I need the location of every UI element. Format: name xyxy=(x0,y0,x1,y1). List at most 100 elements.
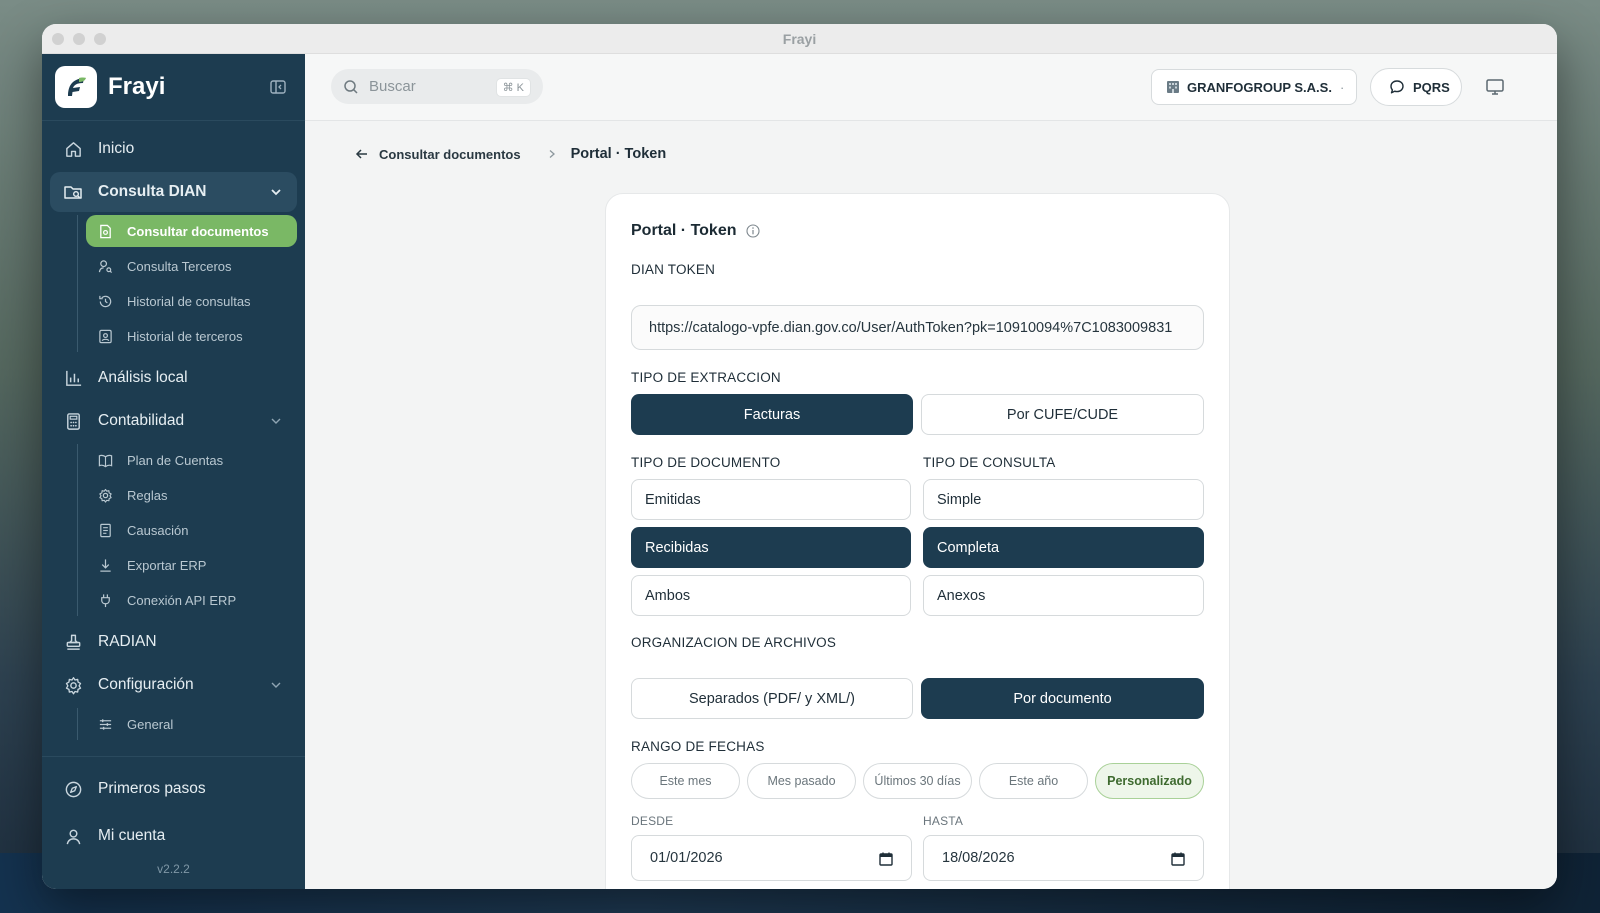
sidebar-item-consultar-documentos[interactable]: Consultar documentos xyxy=(86,215,297,247)
sidebar-item-inicio[interactable]: Inicio xyxy=(50,129,297,169)
hasta-date-input[interactable]: 18/08/2026 xyxy=(923,835,1204,881)
rango-este-mes-chip[interactable]: Este mes xyxy=(631,763,740,799)
sidebar-item-configuracion[interactable]: Configuración xyxy=(50,665,297,705)
book-icon xyxy=(97,452,113,468)
search-placeholder: Buscar xyxy=(369,78,416,95)
tipo-consulta-label: TIPO DE CONSULTA xyxy=(923,455,1056,470)
close-window-button[interactable] xyxy=(52,33,64,45)
consulta-simple-button[interactable]: Simple xyxy=(923,479,1204,520)
sidebar-item-contabilidad[interactable]: Contabilidad xyxy=(50,401,297,441)
chevron-down-icon[interactable] xyxy=(269,185,283,199)
minimize-window-button[interactable] xyxy=(73,33,85,45)
maximize-window-button[interactable] xyxy=(94,33,106,45)
sidebar-item-mi-cuenta[interactable]: Mi cuenta xyxy=(50,814,297,858)
app-window: Frayi Frayi Inicio Consulta DIAN Consult… xyxy=(42,24,1557,889)
chat-bubble-icon xyxy=(1390,80,1404,94)
consulta-dian-submenu: Consultar documentos Consulta Terceros H… xyxy=(77,215,297,352)
info-icon[interactable] xyxy=(745,224,760,238)
document-search-icon xyxy=(97,223,113,239)
gear-icon xyxy=(97,487,113,503)
sidebar-subitem-label: Consultar documentos xyxy=(127,223,269,239)
rango-mes-pasado-chip[interactable]: Mes pasado xyxy=(747,763,856,799)
form-title: Portal · Token xyxy=(631,222,737,239)
portal-token-form: Portal · Token DIAN TOKEN https://catalo… xyxy=(605,193,1230,889)
sidebar-item-historial-consultas[interactable]: Historial de consultas xyxy=(86,285,297,317)
sidebar-item-label: Configuración xyxy=(98,676,194,693)
sidebar-item-consulta-dian[interactable]: Consulta DIAN xyxy=(50,172,297,212)
organizacion-separados-button[interactable]: Separados (PDF/ y XML/) xyxy=(631,678,913,719)
rango-ultimos-30-chip[interactable]: Últimos 30 días xyxy=(863,763,972,799)
window-title: Frayi xyxy=(782,30,817,47)
building-icon xyxy=(1167,81,1179,93)
configuracion-submenu: General xyxy=(77,708,297,740)
sidebar-item-primeros-pasos[interactable]: Primeros pasos xyxy=(50,767,297,811)
documento-ambos-button[interactable]: Ambos xyxy=(631,575,911,616)
hasta-date-value: 18/08/2026 xyxy=(942,850,1015,866)
user-search-icon xyxy=(97,258,113,274)
documento-recibidas-button[interactable]: Recibidas xyxy=(631,527,911,568)
pqrs-button[interactable]: PQRS xyxy=(1370,68,1462,106)
sidebar-item-conexion-api-erp[interactable]: Conexión API ERP xyxy=(86,584,297,616)
organizacion-por-documento-button[interactable]: Por documento xyxy=(921,678,1204,719)
sidebar-item-causacion[interactable]: Causación xyxy=(86,514,297,546)
consulta-anexos-button[interactable]: Anexos xyxy=(923,575,1204,616)
bar-chart-icon xyxy=(63,368,83,388)
sidebar-item-exportar-erp[interactable]: Exportar ERP xyxy=(86,549,297,581)
extraccion-cufe-button[interactable]: Por CUFE/CUDE xyxy=(921,394,1204,435)
chevron-right-icon xyxy=(547,147,557,162)
chevron-down-icon[interactable] xyxy=(269,678,283,692)
rango-personalizado-chip[interactable]: Personalizado xyxy=(1095,763,1204,799)
sidebar-item-general[interactable]: General xyxy=(86,708,297,740)
sidebar-subitem-label: Historial de terceros xyxy=(127,328,243,344)
sidebar-item-radian[interactable]: RADIAN xyxy=(50,622,297,662)
download-icon xyxy=(97,557,113,573)
desde-date-input[interactable]: 01/01/2026 xyxy=(631,835,912,881)
chevron-down-icon[interactable] xyxy=(269,414,283,428)
sidebar-item-consulta-terceros[interactable]: Consulta Terceros xyxy=(86,250,297,282)
sidebar-subitem-label: Historial de consultas xyxy=(127,293,251,309)
breadcrumb-back-link[interactable]: Consultar documentos xyxy=(379,147,521,162)
settings-icon xyxy=(63,675,83,695)
sidebar-item-label: RADIAN xyxy=(98,633,157,650)
organizacion-archivos-label: ORGANIZACION DE ARCHIVOS xyxy=(631,635,837,650)
monitor-icon[interactable] xyxy=(1485,78,1505,96)
brand: Frayi xyxy=(42,54,305,121)
title-bar: Frayi xyxy=(42,24,1557,54)
compass-icon xyxy=(63,779,83,799)
sidebar: Frayi Inicio Consulta DIAN Consultar doc… xyxy=(42,54,305,889)
calendar-icon[interactable] xyxy=(1171,852,1185,866)
sidebar-subitem-label: Conexión API ERP xyxy=(127,592,237,608)
rango-este-anio-chip[interactable]: Este año xyxy=(979,763,1088,799)
extraccion-facturas-button[interactable]: Facturas xyxy=(631,394,913,435)
contact-card-icon xyxy=(97,328,113,344)
sidebar-subitem-label: Consulta Terceros xyxy=(127,258,232,274)
sidebar-collapse-icon[interactable] xyxy=(269,78,287,96)
sidebar-item-analisis-local[interactable]: Análisis local xyxy=(50,358,297,398)
documento-emitidas-button[interactable]: Emitidas xyxy=(631,479,911,520)
tipo-extraccion-label: TIPO DE EXTRACCION xyxy=(631,370,781,385)
company-selector[interactable]: GRANFOGROUP S.A.S. · xyxy=(1151,69,1357,105)
breadcrumb: Consultar documentos Portal · Token xyxy=(355,146,666,162)
dropdown-dot-icon: · xyxy=(1339,79,1345,95)
search-input[interactable]: Buscar ⌘ K xyxy=(331,69,543,104)
main-content: Buscar ⌘ K GRANFOGROUP S.A.S. · PQRS Con… xyxy=(305,54,1557,889)
sidebar-item-label: Mi cuenta xyxy=(98,827,166,844)
sidebar-item-reglas[interactable]: Reglas xyxy=(86,479,297,511)
contabilidad-submenu: Plan de Cuentas Reglas Causación Exporta… xyxy=(77,444,297,616)
sidebar-subitem-label: Causación xyxy=(127,522,189,538)
sidebar-subitem-label: General xyxy=(127,716,174,732)
sidebar-item-label: Contabilidad xyxy=(98,412,185,429)
sidebar-item-plan-de-cuentas[interactable]: Plan de Cuentas xyxy=(86,444,297,476)
sidebar-subitem-label: Reglas xyxy=(127,487,168,503)
calendar-icon[interactable] xyxy=(879,852,893,866)
sidebar-item-historial-terceros[interactable]: Historial de terceros xyxy=(86,320,297,352)
tipo-documento-label: TIPO DE DOCUMENTO xyxy=(631,455,781,470)
dian-token-input[interactable]: https://catalogo-vpfe.dian.gov.co/User/A… xyxy=(631,305,1204,350)
sidebar-item-label: Consulta DIAN xyxy=(98,183,207,200)
arrow-left-icon[interactable] xyxy=(355,147,369,161)
calculator-icon xyxy=(63,411,83,431)
brand-name: Frayi xyxy=(108,73,166,100)
stamp-icon xyxy=(63,632,83,652)
dian-token-label: DIAN TOKEN xyxy=(631,262,716,277)
consulta-completa-button[interactable]: Completa xyxy=(923,527,1204,568)
